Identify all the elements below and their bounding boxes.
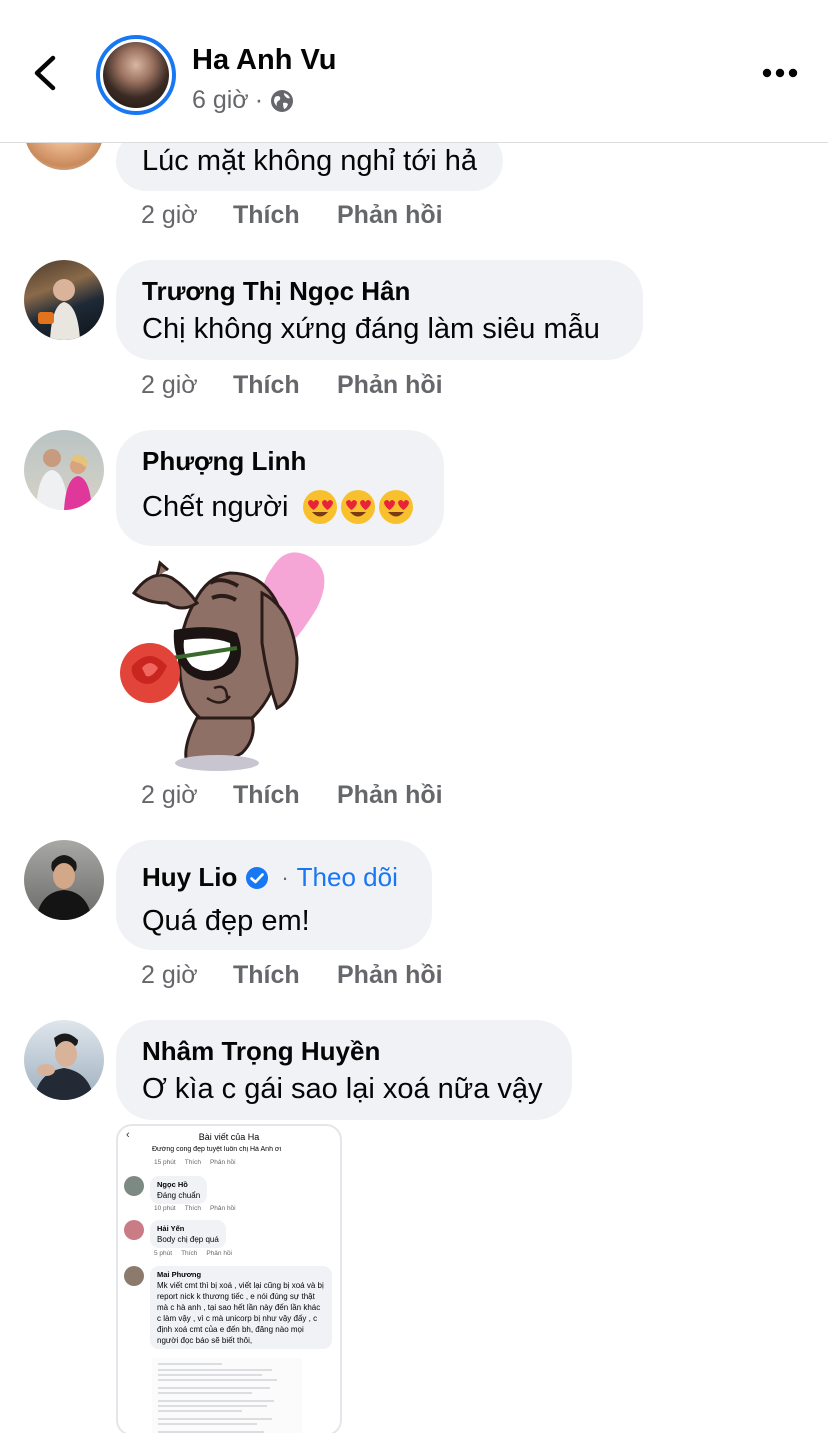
- mini-time: 5 phút: [154, 1250, 173, 1257]
- author-avatar[interactable]: [96, 35, 176, 115]
- post-meta: 6 giờ ·: [192, 86, 295, 115]
- mini-actions: 5 phút Thích Phản hồi: [154, 1250, 232, 1257]
- mini-like: Thích: [181, 1250, 198, 1257]
- mini-like: Thích: [184, 1205, 201, 1212]
- heart-eyes-emoji-icon: [303, 490, 338, 524]
- like-button[interactable]: Thích: [233, 781, 337, 810]
- commenter-avatar[interactable]: [24, 430, 104, 510]
- commenter-avatar[interactable]: [24, 840, 104, 920]
- verified-badge-icon: [246, 866, 269, 889]
- post-header: Ha Anh Vu 6 giờ ·: [0, 0, 828, 143]
- back-button[interactable]: [24, 50, 70, 96]
- commenter-name[interactable]: Huy Lio: [142, 862, 237, 893]
- mini-name: Ngọc Hồ: [157, 1180, 188, 1189]
- reply-button[interactable]: Phản hồi: [337, 201, 443, 230]
- avatar-photo: [36, 449, 92, 510]
- mini-avatar: [124, 1220, 144, 1240]
- mini-actions: 15 phút Thích Phản hồi: [154, 1159, 236, 1166]
- mini-text: Body chị đẹp quá: [157, 1235, 219, 1244]
- comment-bubble: Trương Thị Ngọc Hân Chị không xứng đáng …: [116, 260, 643, 360]
- mini-avatar: [124, 1176, 144, 1196]
- avatar-photo: [38, 279, 80, 340]
- mini-embedded-screenshot: [152, 1358, 302, 1433]
- mini-name: Hải Yến: [157, 1224, 185, 1233]
- mini-post-title: Bài viết của Ha: [198, 1132, 260, 1142]
- chevron-left-icon: [34, 55, 56, 91]
- heart-eyes-emoji-icon: [379, 490, 414, 524]
- name-separator: ·: [281, 864, 289, 890]
- comment-text: Chết người: [142, 490, 289, 523]
- comment-text: Chị không xứng đáng làm siêu mẫu: [142, 313, 600, 345]
- like-button[interactable]: Thích: [233, 371, 337, 400]
- mini-comment: Mai Phương Mk viết cmt thì bị xoá , viết…: [124, 1266, 332, 1349]
- mini-reply: Phản hồi: [209, 1205, 236, 1212]
- mini-bubble: Hải Yến Body chị đẹp quá: [150, 1220, 226, 1248]
- comment-time: 2 giờ: [141, 371, 198, 399]
- commenter-name[interactable]: Nhâm Trọng Huyền: [142, 1036, 546, 1067]
- more-options-button[interactable]: [756, 58, 804, 88]
- attached-screenshot-image[interactable]: ‹ Bài viết của Ha Đường cong đẹp tuyệt l…: [116, 1124, 342, 1433]
- commenter-avatar[interactable]: [24, 260, 104, 340]
- dog-rose-sticker[interactable]: [112, 548, 342, 773]
- like-button[interactable]: Thích: [233, 201, 337, 230]
- comment-actions: 2 giờ Thích Phản hồi: [141, 371, 443, 400]
- more-dots-icon: [762, 68, 798, 78]
- avatar-photo: [36, 855, 92, 920]
- comment-actions: 2 giờ Thích Phản hồi: [141, 201, 443, 230]
- avatar-photo: [34, 1033, 94, 1100]
- comment-bubble: Phượng Linh Chết người: [116, 430, 444, 546]
- mini-bubble: Mai Phương Mk viết cmt thì bị xoá , viết…: [150, 1266, 332, 1349]
- commenter-name[interactable]: Trương Thị Ngọc Hân: [142, 276, 617, 307]
- like-button[interactable]: Thích: [233, 961, 337, 990]
- comment-text: Lúc mặt không nghỉ tới hả: [142, 144, 478, 177]
- post-time: 6 giờ: [192, 86, 249, 114]
- comment-bubble: Nhâm Trọng Huyền Ơ kìa c gái sao lại xoá…: [116, 1020, 572, 1120]
- reply-button[interactable]: Phản hồi: [337, 961, 443, 990]
- mini-name: Mai Phương: [157, 1270, 202, 1279]
- mini-avatar: [124, 1266, 144, 1286]
- author-avatar-image: [103, 42, 169, 108]
- comment-text: Ơ kìa c gái sao lại xoá nữa vậy: [142, 1073, 543, 1105]
- comment-time: 2 giờ: [141, 961, 198, 989]
- follow-button[interactable]: Theo dõi: [297, 862, 398, 893]
- comment-actions: 2 giờ Thích Phản hồi: [141, 961, 443, 990]
- comment-bubble: Huy Lio · Theo dõi Quá đẹp em!: [116, 840, 432, 950]
- reply-button[interactable]: Phản hồi: [337, 371, 443, 400]
- globe-icon: [271, 89, 294, 112]
- mini-top-text: Đường cong đẹp tuyệt luôn chị Hà Anh ơi: [152, 1146, 282, 1153]
- comment-text-row: Chết người: [142, 489, 418, 525]
- comment-actions: 2 giờ Thích Phản hồi: [141, 781, 443, 810]
- mini-comment: Ngọc Hồ Đáng chuẩn: [124, 1176, 208, 1204]
- mini-actions: 10 phút Thích Phản hồi: [154, 1205, 236, 1212]
- meta-separator: ·: [254, 86, 264, 114]
- heart-eyes-emoji-icon: [341, 490, 376, 524]
- mini-like: Thích: [184, 1159, 201, 1166]
- mini-bubble: Ngọc Hồ Đáng chuẩn: [150, 1176, 208, 1204]
- mini-time: 15 phút: [154, 1159, 176, 1166]
- comment-time: 2 giờ: [141, 781, 198, 809]
- comment-time: 2 giờ: [141, 201, 198, 229]
- mini-time: 10 phút: [154, 1205, 176, 1212]
- mini-reply: Phản hồi: [209, 1159, 236, 1166]
- commenter-name-row: Huy Lio · Theo dõi: [142, 862, 406, 893]
- mini-back-icon: ‹: [126, 1129, 130, 1141]
- mini-reply: Phản hồi: [206, 1250, 233, 1257]
- mini-text: Mk viết cmt thì bị xoá , viết lại cũng b…: [157, 1281, 324, 1345]
- author-name[interactable]: Ha Anh Vu: [192, 44, 336, 77]
- commenter-name[interactable]: Phượng Linh: [142, 446, 418, 477]
- mini-comment: Hải Yến Body chị đẹp quá: [124, 1220, 226, 1248]
- commenter-avatar[interactable]: [24, 1020, 104, 1100]
- reply-button[interactable]: Phản hồi: [337, 781, 443, 810]
- comment-text: Quá đẹp em!: [142, 905, 310, 937]
- mini-text: Đáng chuẩn: [157, 1191, 201, 1200]
